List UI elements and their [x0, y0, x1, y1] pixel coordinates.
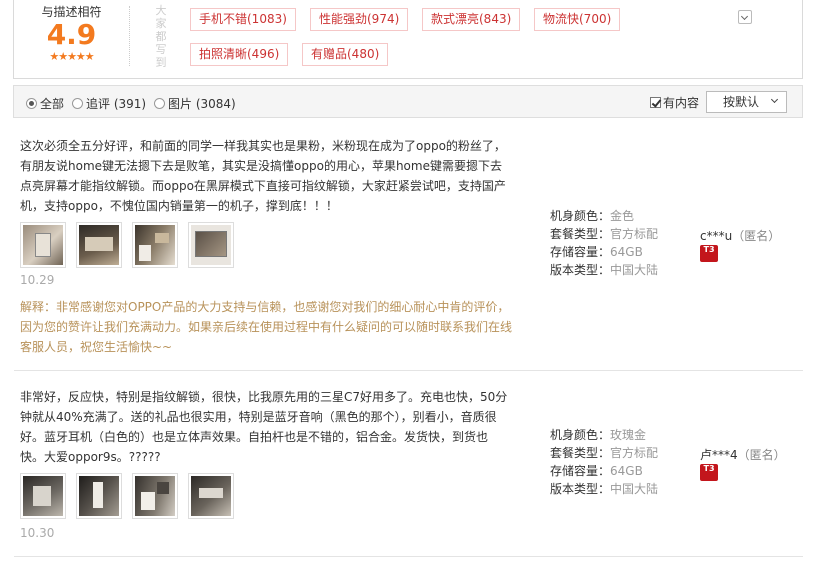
review-date: 10.29 — [20, 273, 55, 287]
product-specs: 机身颜色：金色 套餐类型：官方标配 存储容量：64GB 版本类型：中国大陆 — [550, 207, 658, 279]
anonymous-label: （匿名） — [737, 448, 786, 462]
impression-tag[interactable]: 手机不错(1083) — [190, 8, 296, 31]
spec-key: 套餐类型： — [550, 446, 611, 460]
divider — [129, 6, 130, 66]
review-photos — [20, 473, 234, 519]
impression-tag[interactable]: 性能强劲(974) — [310, 8, 409, 31]
radio-selected-icon — [26, 98, 37, 109]
score-block: 与描述相符 4.9 ★★★★★ — [14, 0, 129, 78]
review-photo-thumbnail[interactable] — [76, 222, 122, 268]
reviewer-name: 卢***4（匿名） — [700, 446, 786, 463]
spec-value: 官方标配 — [610, 446, 659, 460]
review-photo-thumbnail[interactable] — [188, 222, 234, 268]
review-text: 非常好，反应快，特别是指纹解锁，很快，比我原先用的三星C7好用多了。充电也快，5… — [20, 390, 508, 464]
spec-value: 64GB — [610, 245, 643, 259]
review-photo-thumbnail[interactable] — [76, 473, 122, 519]
review-date: 10.30 — [20, 526, 55, 540]
review-text: 这次必须全五分好评，和前面的同学一样我其实也是果粉，米粉现在成为了oppo的粉丝… — [20, 139, 506, 213]
spec-key: 机身颜色： — [550, 209, 611, 223]
filter-all-label: 全部 — [40, 97, 65, 111]
member-level-badge-icon: T3 — [700, 464, 718, 481]
filter-images-radio[interactable]: 图片 (3084) — [154, 95, 236, 112]
spec-key: 套餐类型： — [550, 227, 611, 241]
spec-key: 机身颜色： — [550, 428, 611, 442]
has-content-label: 有内容 — [663, 96, 700, 110]
impression-tag[interactable]: 拍照清晰(496) — [190, 43, 289, 66]
reviewer-name: c***u（匿名） — [700, 227, 780, 244]
review-photo-thumbnail[interactable] — [20, 473, 66, 519]
spec-value: 64GB — [610, 464, 643, 478]
reviewer-username: c***u — [700, 229, 733, 243]
spec-value: 官方标配 — [610, 227, 659, 241]
review-filter-bar: 全部 追评 (391) 图片 (3084) 有内容 按默认 — [13, 85, 803, 118]
filter-followup-label: 追评 (391) — [86, 97, 147, 111]
expand-tags-chevron-icon[interactable] — [738, 10, 752, 24]
star-rating-icon: ★★★★★ — [49, 50, 94, 63]
score-value: 4.9 — [46, 18, 97, 51]
impression-tag[interactable]: 物流快(700) — [534, 8, 621, 31]
divider — [14, 370, 803, 371]
review-photos — [20, 222, 234, 268]
impression-tag[interactable]: 有赠品(480) — [302, 43, 389, 66]
product-specs: 机身颜色：玫瑰金 套餐类型：官方标配 存储容量：64GB 版本类型：中国大陆 — [550, 426, 658, 498]
sort-select[interactable]: 按默认 — [706, 91, 787, 113]
checkbox-checked-icon — [650, 97, 661, 108]
spec-value: 玫瑰金 — [610, 428, 647, 442]
filter-followup-radio[interactable]: 追评 (391) — [72, 95, 146, 112]
reviewer-username: 卢***4 — [700, 448, 738, 462]
review-photo-thumbnail[interactable] — [20, 222, 66, 268]
has-content-checkbox[interactable]: 有内容 — [650, 94, 699, 111]
spec-value: 中国大陆 — [610, 263, 659, 277]
impression-vertical-label: 大家都写到 — [155, 4, 167, 69]
spec-value: 中国大陆 — [610, 482, 659, 496]
radio-icon — [72, 98, 83, 109]
spec-key: 版本类型： — [550, 482, 611, 496]
seller-reply: 解释：非常感谢您对OPPO产品的大力支持与信赖，也感谢您对我们的细心耐心中肯的评… — [20, 300, 513, 354]
anonymous-label: （匿名） — [732, 229, 781, 243]
divider — [14, 556, 803, 557]
member-level-badge-icon: T3 — [700, 245, 718, 262]
spec-key: 版本类型： — [550, 263, 611, 277]
spec-value: 金色 — [610, 209, 635, 223]
filter-all-radio[interactable]: 全部 — [26, 95, 64, 112]
rating-summary: 与描述相符 4.9 ★★★★★ 大家都写到 手机不错(1083) 性能强劲(97… — [13, 0, 803, 79]
spec-key: 存储容量： — [550, 245, 611, 259]
review-photo-thumbnail[interactable] — [132, 473, 178, 519]
filter-images-label: 图片 (3084) — [168, 97, 236, 111]
review-photo-thumbnail[interactable] — [188, 473, 234, 519]
chevron-down-icon — [770, 95, 779, 104]
impression-tag[interactable]: 款式漂亮(843) — [422, 8, 521, 31]
radio-icon — [154, 98, 165, 109]
sort-select-value: 按默认 — [723, 95, 760, 109]
review-photo-thumbnail[interactable] — [132, 222, 178, 268]
spec-key: 存储容量： — [550, 464, 611, 478]
